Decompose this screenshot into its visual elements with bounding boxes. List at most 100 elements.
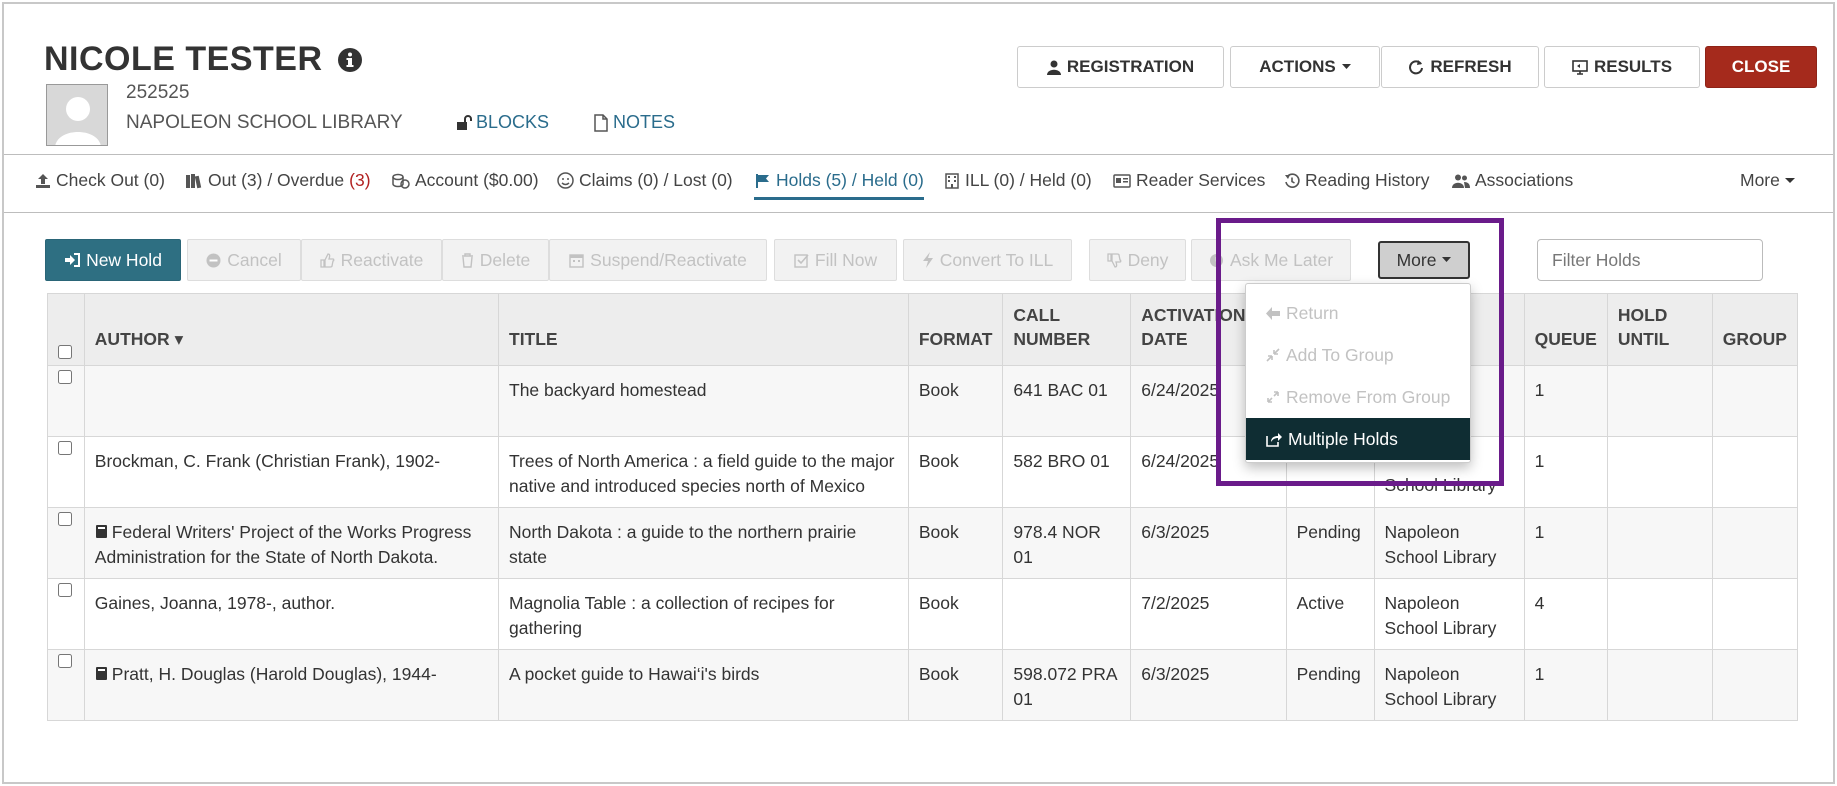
status-cell: Pending <box>1285 649 1375 721</box>
tab-holds[interactable]: Holds (5) / Held (0) <box>755 170 924 191</box>
title-cell: The backyard homestead <box>498 365 909 437</box>
author-cell: Federal Writers' Project of the Works Pr… <box>83 507 500 579</box>
table-row[interactable]: Gaines, Joanna, 1978-, author. Magnolia … <box>47 578 1799 650</box>
tab-claims[interactable]: Claims (0) / Lost (0) <box>557 170 733 191</box>
table-row[interactable]: Federal Writers' Project of the Works Pr… <box>47 507 1799 579</box>
filter-holds-input[interactable] <box>1537 239 1763 281</box>
title-cell: A pocket guide to Hawai‘i's birds <box>498 649 909 721</box>
avatar <box>46 84 108 146</box>
title-header[interactable]: TITLE <box>498 293 909 366</box>
expand-icon <box>1266 390 1280 404</box>
row-checkbox[interactable] <box>58 583 72 597</box>
close-button[interactable]: CLOSE <box>1705 46 1817 88</box>
hold-until-cell <box>1606 436 1713 508</box>
row-checkbox[interactable] <box>58 512 72 526</box>
row-checkbox[interactable] <box>58 370 72 384</box>
patron-barcode: 252525 <box>126 82 190 103</box>
caret-down-icon <box>1784 177 1795 184</box>
actions-button[interactable]: ACTIONS <box>1230 46 1380 88</box>
deny-button[interactable]: Deny <box>1089 239 1186 281</box>
activation-date-cell: 6/3/2025 <box>1130 507 1287 579</box>
more-button[interactable]: More <box>1378 241 1470 279</box>
status-cell: Active <box>1285 578 1375 650</box>
group-cell <box>1711 578 1799 650</box>
caret-down-icon <box>1341 64 1351 70</box>
queue-header[interactable]: QUEUE <box>1523 293 1608 366</box>
share-icon <box>1266 432 1282 447</box>
table-row[interactable]: Brockman, C. Frank (Christian Frank), 19… <box>47 436 1799 508</box>
ask-me-later-button[interactable]: Ask Me Later <box>1191 239 1351 281</box>
id-card-icon <box>1113 173 1131 188</box>
fill-now-button[interactable]: Fill Now <box>774 239 897 281</box>
tab-reader-services[interactable]: Reader Services <box>1113 170 1265 191</box>
author-header[interactable]: AUTHOR ▾ <box>83 293 500 366</box>
menu-item-remove-from-group[interactable]: Remove From Group <box>1246 376 1470 418</box>
document-icon <box>593 113 609 132</box>
menu-item-return[interactable]: Return <box>1246 292 1470 334</box>
call-number-cell <box>1002 578 1132 650</box>
group-cell <box>1711 436 1799 508</box>
group-cell <box>1711 365 1799 437</box>
format-cell: Book <box>907 365 1004 437</box>
table-row[interactable]: Pratt, H. Douglas (Harold Douglas), 1944… <box>47 649 1799 721</box>
table-row[interactable]: The backyard homestead Book 641 BAC 01 6… <box>47 365 1799 437</box>
tab-ill[interactable]: ILL (0) / Held (0) <box>944 170 1092 191</box>
author-cell: Brockman, C. Frank (Christian Frank), 19… <box>83 436 500 508</box>
new-hold-button[interactable]: New Hold <box>45 239 181 281</box>
menu-item-add-to-group[interactable]: Add To Group <box>1246 334 1470 376</box>
format-cell: Book <box>907 578 1004 650</box>
call-number-cell: 598.072 PRA 01 <box>1002 649 1132 721</box>
tab-reading-history[interactable]: Reading History <box>1284 170 1430 191</box>
info-circle-icon[interactable] <box>337 47 363 73</box>
group-header[interactable]: GROUP <box>1711 293 1799 366</box>
bolt-icon <box>922 252 934 268</box>
queue-cell: 1 <box>1523 436 1608 508</box>
author-cell: Pratt, H. Douglas (Harold Douglas), 1944… <box>83 649 500 721</box>
delete-button[interactable]: Delete <box>442 239 549 281</box>
cancel-button[interactable]: Cancel <box>187 239 301 281</box>
tab-checkout[interactable]: Check Out (0) <box>35 170 165 191</box>
hold-until-header[interactable]: HOLD UNTIL <box>1606 293 1713 366</box>
divider <box>4 154 1833 155</box>
suspend-reactivate-button[interactable]: Suspend/Reactivate <box>549 239 767 281</box>
tab-more[interactable]: More <box>1740 170 1795 191</box>
window-frame: NICOLE TESTER 252525 NAPOLEON SCHOOL LIB… <box>2 2 1835 784</box>
tab-out[interactable]: Out (3) / Overdue (3) <box>185 170 371 191</box>
title-cell: North Dakota : a guide to the northern p… <box>498 507 909 579</box>
tab-account[interactable]: Account ($0.00) <box>392 170 539 191</box>
refresh-button[interactable]: REFRESH <box>1381 46 1539 88</box>
notes-link[interactable]: NOTES <box>593 112 675 133</box>
holds-table: AUTHOR ▾ TITLE FORMAT CALL NUMBER ACTIVA… <box>47 293 1799 721</box>
check-square-icon <box>794 253 809 268</box>
menu-item-multiple-holds[interactable]: Multiple Holds <box>1246 418 1470 460</box>
thumbs-down-icon <box>1106 252 1122 268</box>
reactivate-button[interactable]: Reactivate <box>301 239 442 281</box>
flag-icon <box>755 173 771 189</box>
title-cell: Trees of North America : a field guide t… <box>498 436 909 508</box>
title-cell: Magnolia Table : a collection of recipes… <box>498 578 909 650</box>
call-number-cell: 582 BRO 01 <box>1002 436 1132 508</box>
divider <box>4 212 1833 213</box>
refresh-icon <box>1408 59 1424 75</box>
format-cell: Book <box>907 649 1004 721</box>
patron-library: NAPOLEON SCHOOL LIBRARY <box>126 112 403 133</box>
format-cell: Book <box>907 507 1004 579</box>
blocks-link[interactable]: BLOCKS <box>456 112 549 133</box>
caret-down-icon <box>1442 257 1452 263</box>
library-cell: Napoleon School Library <box>1373 578 1525 650</box>
call-number-cell: 641 BAC 01 <box>1002 365 1132 437</box>
library-cell: Napoleon School Library <box>1373 649 1525 721</box>
book-icon <box>95 524 108 539</box>
registration-button[interactable]: REGISTRATION <box>1017 46 1224 88</box>
call-number-header[interactable]: CALL NUMBER <box>1002 293 1132 366</box>
table-header-row: AUTHOR ▾ TITLE FORMAT CALL NUMBER ACTIVA… <box>47 293 1799 366</box>
tab-associations[interactable]: Associations <box>1452 170 1573 191</box>
results-button[interactable]: RESULTS <box>1544 46 1700 88</box>
author-cell <box>83 365 500 437</box>
row-checkbox[interactable] <box>58 441 72 455</box>
format-header[interactable]: FORMAT <box>907 293 1004 366</box>
select-all-checkbox[interactable] <box>58 345 72 359</box>
building-icon <box>944 172 960 189</box>
row-checkbox[interactable] <box>58 654 72 668</box>
convert-to-ill-button[interactable]: Convert To ILL <box>903 239 1072 281</box>
